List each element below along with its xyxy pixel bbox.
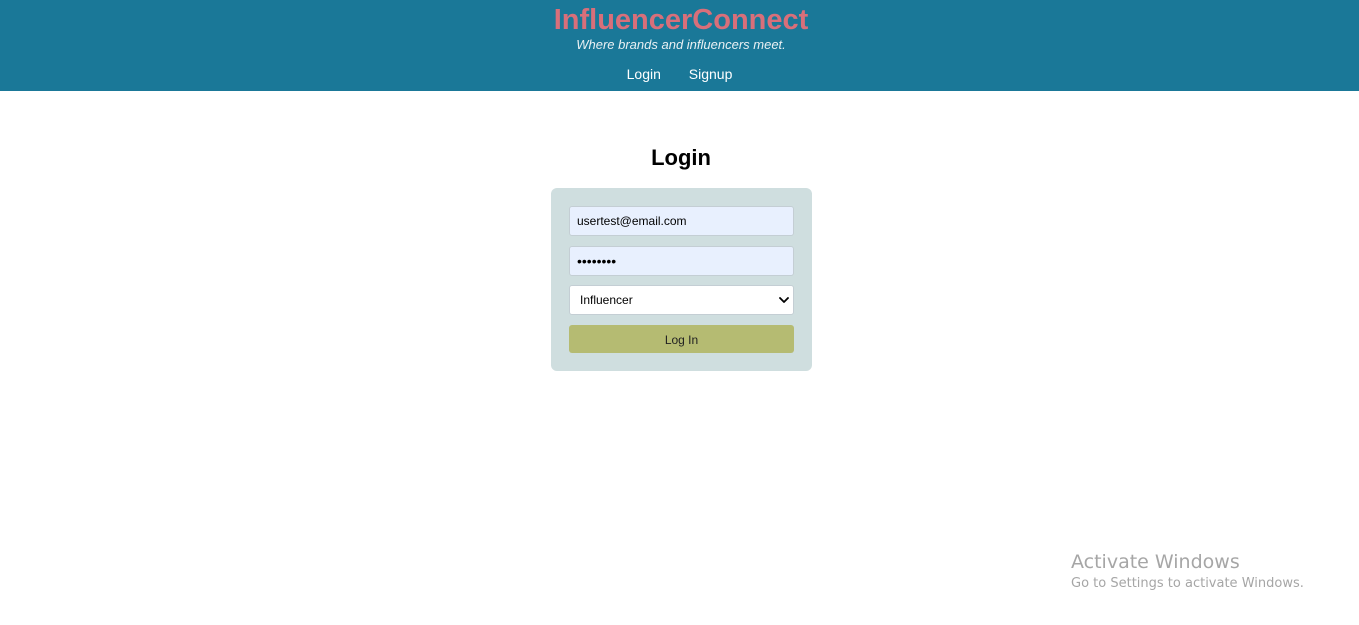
password-field[interactable] [569, 246, 794, 276]
activate-windows-watermark: Activate Windows Go to Settings to activ… [1071, 551, 1304, 594]
chevron-down-icon [779, 297, 789, 303]
email-field[interactable] [569, 206, 794, 236]
login-button[interactable]: Log In [569, 325, 794, 353]
watermark-subtitle: Go to Settings to activate Windows. [1071, 576, 1304, 591]
nav-login-link[interactable]: Login [627, 66, 661, 82]
watermark-title: Activate Windows [1071, 551, 1240, 573]
main-nav: Login Signup [0, 65, 1359, 83]
brand-title: InfluencerConnect [553, 4, 809, 36]
nav-signup-link[interactable]: Signup [689, 66, 733, 82]
page-title: Login [651, 145, 711, 170]
login-form-card: Influencer Log In [551, 188, 812, 371]
role-select-value: Influencer [580, 293, 633, 307]
brand-tagline: Where brands and influencers meet. [576, 37, 786, 52]
role-select[interactable]: Influencer [569, 285, 794, 315]
site-header: InfluencerConnect Where brands and influ… [0, 0, 1359, 91]
